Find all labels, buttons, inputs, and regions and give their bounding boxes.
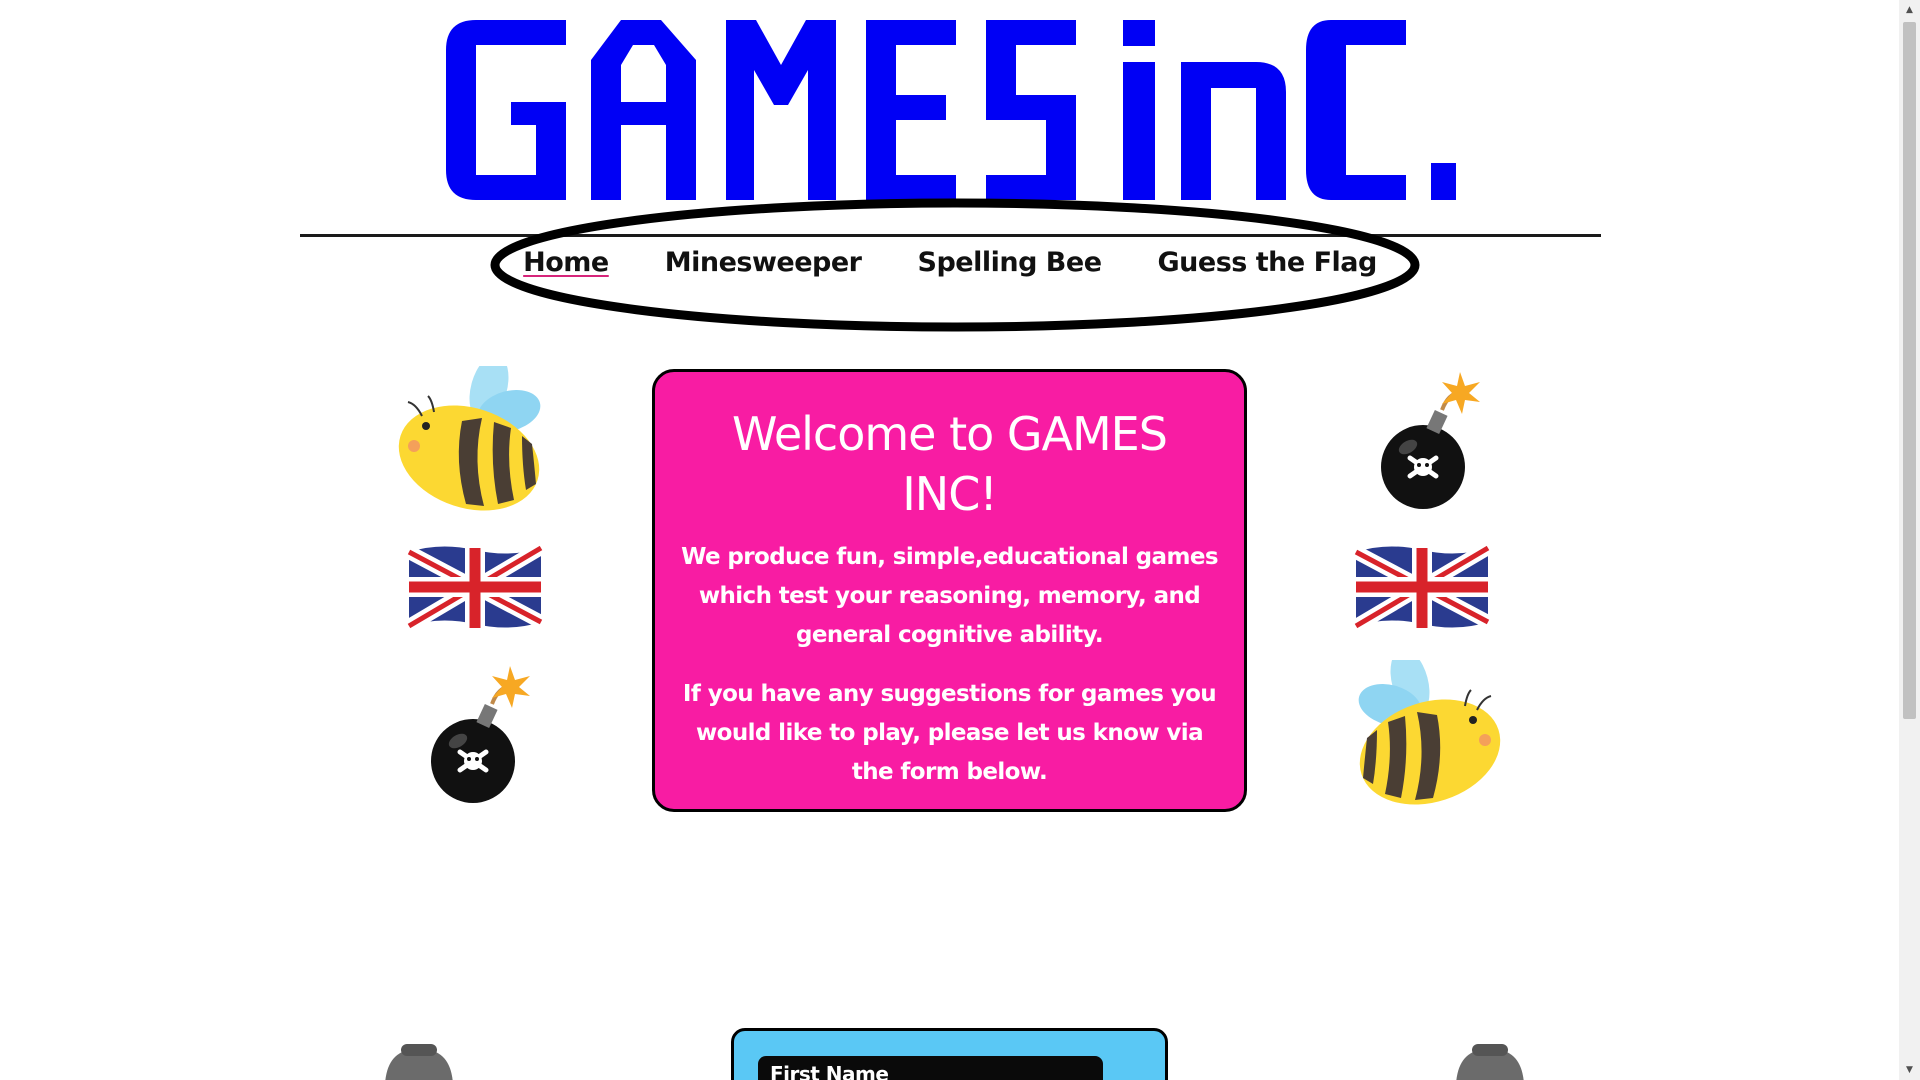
bee-icon	[1345, 660, 1505, 810]
bomb-icon	[418, 666, 533, 806]
scroll-down-icon[interactable]: ▼	[1903, 1064, 1916, 1076]
bomb-icon	[1368, 372, 1483, 512]
welcome-title: Welcome to GAMES INC!	[732, 407, 1168, 521]
welcome-suggestions-text: If you have any suggestions for games yo…	[682, 681, 1217, 785]
joystick-icon	[1456, 1044, 1524, 1080]
vertical-scrollbar[interactable]: ▲ ▼	[1899, 0, 1920, 1080]
joystick-icon	[385, 1044, 453, 1080]
scroll-thumb[interactable]	[1903, 22, 1916, 719]
welcome-card: Welcome to GAMES INC! We produce fun, si…	[652, 369, 1247, 844]
games-inc-logo	[446, 20, 1456, 200]
nav-spelling-bee-link[interactable]: Spelling Bee	[918, 247, 1103, 278]
bee-icon	[394, 366, 554, 516]
scroll-up-icon[interactable]: ▲	[1903, 4, 1916, 16]
nav-home-link[interactable]: Home	[523, 247, 609, 278]
union-jack-flag-icon	[1352, 542, 1492, 634]
welcome-have-fun-text: Have fun!!	[883, 818, 1016, 844]
suggestion-form: First Name	[731, 1028, 1168, 1080]
nav-minesweeper-link[interactable]: Minesweeper	[665, 247, 862, 278]
first-name-field[interactable]: First Name	[758, 1056, 1103, 1080]
nav-guess-the-flag-link[interactable]: Guess the Flag	[1158, 247, 1378, 278]
welcome-intro-text: We produce fun, simple,educational games…	[681, 544, 1218, 648]
main-nav: Home Minesweeper Spelling Bee Guess the …	[520, 240, 1380, 284]
union-jack-flag-icon	[405, 542, 545, 634]
